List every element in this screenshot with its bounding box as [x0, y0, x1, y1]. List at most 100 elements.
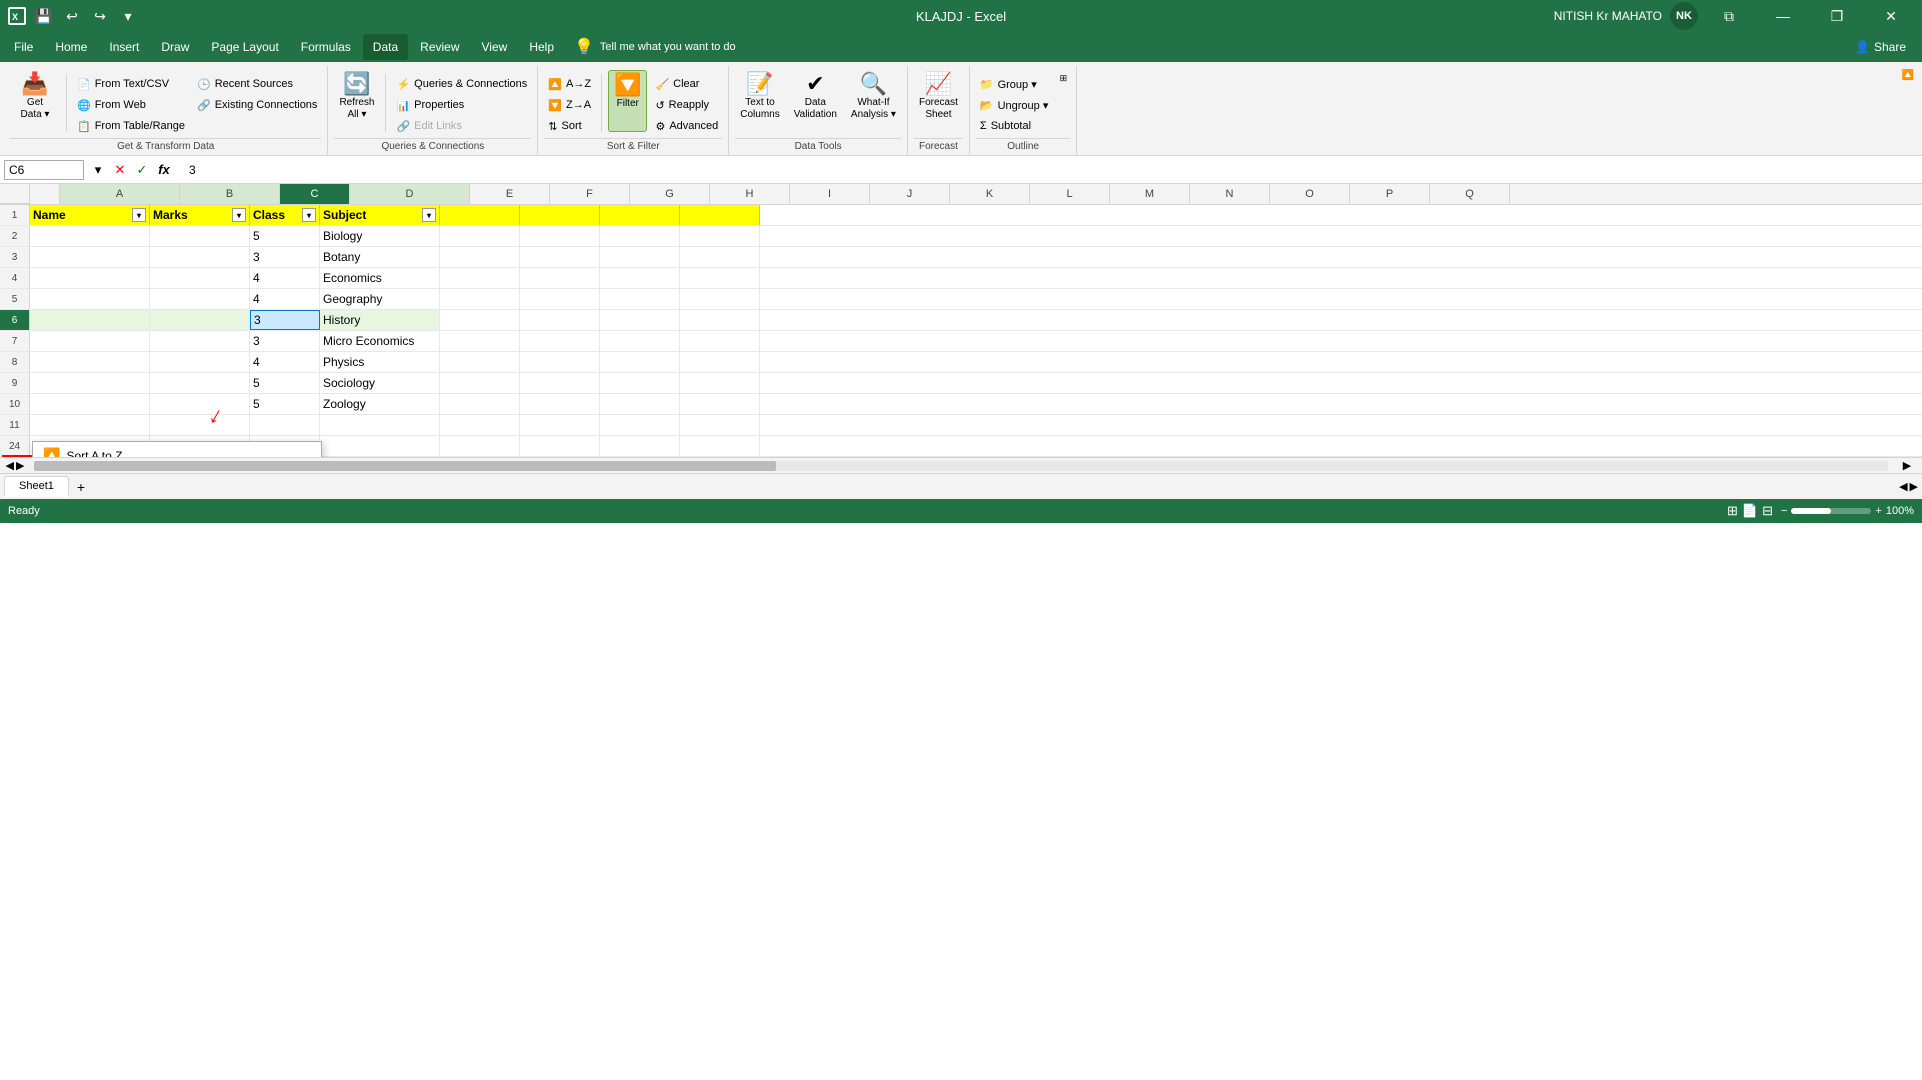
- cell-D2[interactable]: Biology: [320, 226, 440, 246]
- cell-C10[interactable]: 5: [250, 394, 320, 414]
- cell-F2[interactable]: [520, 226, 600, 246]
- cell-D8[interactable]: Physics: [320, 352, 440, 372]
- redo-btn[interactable]: ↪: [88, 4, 112, 28]
- ribbon-collapse-btn[interactable]: 🔼: [1902, 70, 1914, 81]
- cell-A1[interactable]: Name ▾: [30, 205, 150, 225]
- cell-A5[interactable]: [30, 289, 150, 309]
- cell-E1[interactable]: [440, 205, 520, 225]
- cell-C4[interactable]: 4: [250, 268, 320, 288]
- col-header-K[interactable]: K: [950, 184, 1030, 204]
- cell-F11[interactable]: [520, 415, 600, 435]
- cell-C5[interactable]: 4: [250, 289, 320, 309]
- cell-D7[interactable]: Micro Economics: [320, 331, 440, 351]
- row-header-10[interactable]: 10: [0, 394, 30, 414]
- cell-H7[interactable]: [680, 331, 760, 351]
- cell-C3[interactable]: 3: [250, 247, 320, 267]
- cell-A2[interactable]: [30, 226, 150, 246]
- row-header-4[interactable]: 4: [0, 268, 30, 288]
- data-validation-btn[interactable]: ✔ DataValidation: [789, 70, 842, 132]
- col-header-O[interactable]: O: [1270, 184, 1350, 204]
- user-avatar[interactable]: NK: [1670, 2, 1698, 30]
- sort-az-btn[interactable]: 🔼 A→Z: [544, 74, 595, 94]
- confirm-formula-icon[interactable]: ✓: [132, 160, 152, 180]
- cell-D6[interactable]: History: [320, 310, 440, 330]
- row-header-6[interactable]: 6: [0, 310, 30, 330]
- col-header-I[interactable]: I: [790, 184, 870, 204]
- filter-arrow-C[interactable]: ▾: [302, 208, 316, 222]
- forecast-sheet-btn[interactable]: 📈 ForecastSheet: [914, 70, 963, 132]
- cell-B4[interactable]: [150, 268, 250, 288]
- cell-E7[interactable]: [440, 331, 520, 351]
- queries-connections-btn[interactable]: ⚡ Queries & Connections: [392, 74, 531, 94]
- col-header-Q[interactable]: Q: [1430, 184, 1510, 204]
- menu-insert[interactable]: Insert: [99, 34, 149, 60]
- page-break-view-btn[interactable]: ⊟: [1762, 503, 1773, 519]
- row-header-11[interactable]: 11: [0, 415, 30, 435]
- menu-view[interactable]: View: [472, 34, 518, 60]
- row-header-5[interactable]: 5: [0, 289, 30, 309]
- recent-sources-btn[interactable]: 🕒 Recent Sources: [193, 74, 321, 94]
- cell-B6[interactable]: [150, 310, 250, 330]
- cell-A3[interactable]: [30, 247, 150, 267]
- from-table-btn[interactable]: 📋 From Table/Range: [73, 116, 189, 136]
- cell-A10[interactable]: [30, 394, 150, 414]
- cell-C11[interactable]: [250, 415, 320, 435]
- cell-E5[interactable]: [440, 289, 520, 309]
- cell-G6[interactable]: [600, 310, 680, 330]
- cell-B3[interactable]: [150, 247, 250, 267]
- cell-E24[interactable]: [440, 436, 520, 456]
- refresh-all-btn[interactable]: 🔄 RefreshAll ▾: [334, 70, 379, 132]
- col-header-M[interactable]: M: [1110, 184, 1190, 204]
- minimize-btn[interactable]: —: [1760, 0, 1806, 32]
- cell-D5[interactable]: Geography: [320, 289, 440, 309]
- row-header-24[interactable]: 24: [0, 436, 30, 456]
- scroll-right-btn[interactable]: ▶: [16, 459, 24, 472]
- from-text-csv-btn[interactable]: 📄 From Text/CSV: [73, 74, 189, 94]
- cell-F6[interactable]: [520, 310, 600, 330]
- cell-C7[interactable]: 3: [250, 331, 320, 351]
- edit-links-btn[interactable]: 🔗 Edit Links: [392, 116, 531, 136]
- cell-E6[interactable]: [440, 310, 520, 330]
- cell-F8[interactable]: [520, 352, 600, 372]
- cell-G11[interactable]: [600, 415, 680, 435]
- close-btn[interactable]: ✕: [1868, 0, 1914, 32]
- save-btn[interactable]: 💾: [32, 4, 56, 28]
- cell-F10[interactable]: [520, 394, 600, 414]
- get-data-btn[interactable]: 📥 GetData ▾: [10, 70, 60, 132]
- existing-connections-btn[interactable]: 🔗 Existing Connections: [193, 95, 321, 115]
- cell-E10[interactable]: [440, 394, 520, 414]
- col-header-row[interactable]: [30, 184, 60, 204]
- cell-B5[interactable]: [150, 289, 250, 309]
- cell-A4[interactable]: [30, 268, 150, 288]
- cell-H1[interactable]: [680, 205, 760, 225]
- group-btn[interactable]: 📁 Group ▾: [976, 74, 1052, 94]
- scroll-right-end-btn[interactable]: ▶: [1903, 459, 1911, 472]
- cancel-formula-icon[interactable]: ✕: [110, 160, 130, 180]
- cell-A6[interactable]: [30, 310, 150, 330]
- expand-icon[interactable]: ▾: [88, 160, 108, 180]
- col-header-P[interactable]: P: [1350, 184, 1430, 204]
- search-label[interactable]: Tell me what you want to do: [600, 41, 736, 53]
- add-sheet-btn[interactable]: +: [71, 477, 91, 497]
- reapply-btn[interactable]: ↺ Reapply: [651, 95, 722, 115]
- cell-B11[interactable]: [150, 415, 250, 435]
- dropdown-sort-az[interactable]: 🔼 Sort A to Z: [33, 442, 321, 457]
- cell-D9[interactable]: Sociology: [320, 373, 440, 393]
- cell-H11[interactable]: [680, 415, 760, 435]
- cell-F1[interactable]: [520, 205, 600, 225]
- col-header-H[interactable]: H: [710, 184, 790, 204]
- menu-help[interactable]: Help: [519, 34, 564, 60]
- filter-arrow-A[interactable]: ▾: [132, 208, 146, 222]
- cell-E8[interactable]: [440, 352, 520, 372]
- cell-H5[interactable]: [680, 289, 760, 309]
- cell-H6[interactable]: [680, 310, 760, 330]
- col-header-J[interactable]: J: [870, 184, 950, 204]
- cell-C1[interactable]: Class ▾: [250, 205, 320, 225]
- properties-btn[interactable]: 📊 Properties: [392, 95, 531, 115]
- cell-F5[interactable]: [520, 289, 600, 309]
- menu-formulas[interactable]: Formulas: [291, 34, 361, 60]
- cell-G2[interactable]: [600, 226, 680, 246]
- col-header-N[interactable]: N: [1190, 184, 1270, 204]
- cell-E2[interactable]: [440, 226, 520, 246]
- cell-F4[interactable]: [520, 268, 600, 288]
